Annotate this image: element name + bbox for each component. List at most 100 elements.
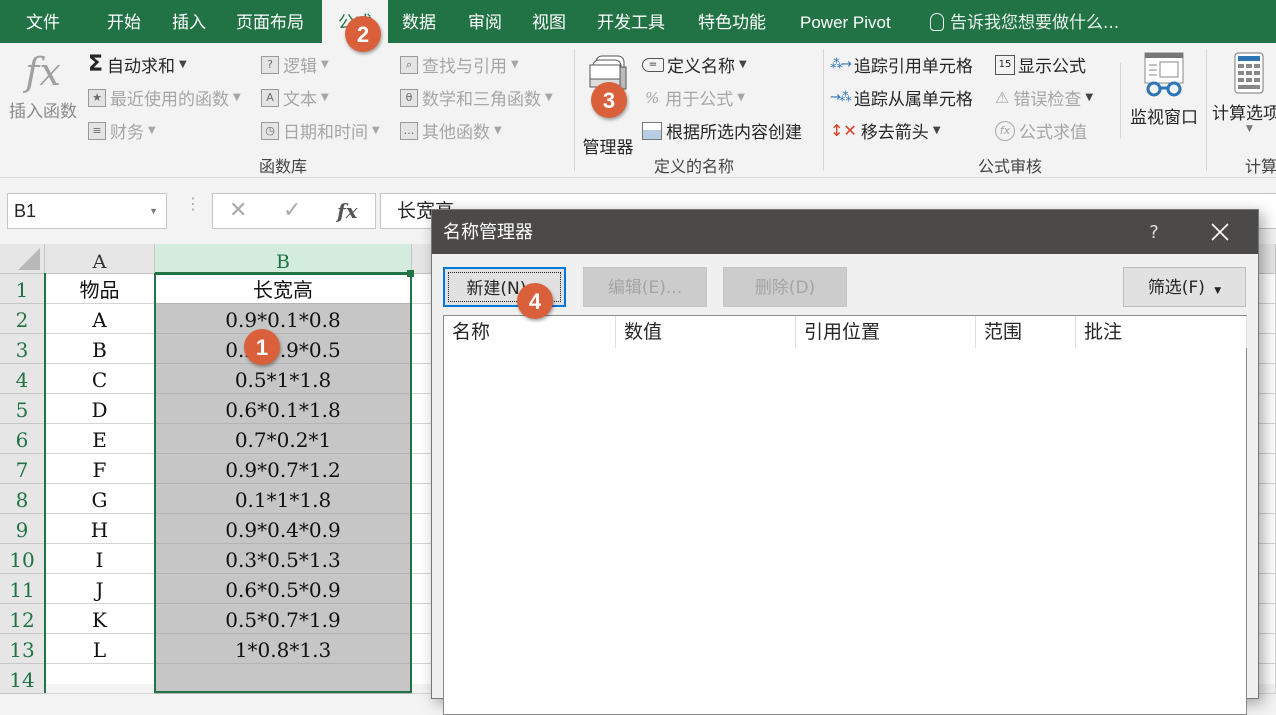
tab-page-layout[interactable]: 页面布局	[236, 0, 304, 43]
help-button[interactable]: ?	[1142, 210, 1166, 254]
row-header[interactable]: 12	[0, 604, 45, 634]
calculation-options-label: 计算选项	[1212, 104, 1276, 124]
cell-a[interactable]: I	[45, 544, 155, 574]
cell-a[interactable]	[45, 664, 155, 694]
cell-b[interactable]	[155, 664, 412, 694]
create-from-selection-button[interactable]: 根据所选内容创建	[642, 118, 802, 143]
column-header-b[interactable]: B	[155, 244, 412, 274]
error-checking-button[interactable]: ⚠ 错误检查 ▼	[995, 85, 1093, 110]
insert-function-icon[interactable]: fx	[337, 199, 358, 223]
more-functions-button[interactable]: … 其他函数 ▼	[400, 118, 502, 143]
row-header[interactable]: 10	[0, 544, 45, 574]
name-box[interactable]: B1 ▼	[7, 193, 167, 229]
evaluate-formula-button[interactable]: fx 公式求值	[995, 118, 1087, 143]
cell-b[interactable]: 0.2*0.9*0.5	[155, 334, 412, 364]
cell-a[interactable]: K	[45, 604, 155, 634]
cell-b[interactable]: 0.7*0.2*1	[155, 424, 412, 454]
logical-label: 逻辑	[283, 57, 317, 77]
cell-a[interactable]: E	[45, 424, 155, 454]
cancel-icon[interactable]: ✕	[229, 198, 247, 223]
tab-review[interactable]: 审阅	[468, 0, 502, 43]
cell-b[interactable]: 0.9*0.4*0.9	[155, 514, 412, 544]
cell-a[interactable]: B	[45, 334, 155, 364]
select-all-corner[interactable]	[0, 244, 45, 274]
cell-b[interactable]: 1*0.8*1.3	[155, 634, 412, 664]
cell-a[interactable]: A	[45, 304, 155, 334]
more-functions-label: 其他函数	[422, 123, 490, 143]
column-header-value[interactable]: 数值	[616, 316, 796, 348]
cell-a[interactable]: D	[45, 394, 155, 424]
cell-a[interactable]: H	[45, 514, 155, 544]
row-header[interactable]: 11	[0, 574, 45, 604]
cell-b[interactable]: 0.6*0.5*0.9	[155, 574, 412, 604]
names-list[interactable]: 名称 数值 引用位置 范围 批注	[443, 315, 1247, 715]
column-header-refers-to[interactable]: 引用位置	[796, 316, 976, 348]
row-header[interactable]: 8	[0, 484, 45, 514]
tab-developer[interactable]: 开发工具	[597, 0, 665, 43]
cell-b[interactable]: 0.5*1*1.8	[155, 364, 412, 394]
edit-name-button[interactable]: 编辑(E)...	[583, 267, 707, 307]
cell-a[interactable]: 物品	[45, 274, 155, 304]
row-header[interactable]: 14	[0, 664, 45, 694]
financial-button[interactable]: ≡ 财务 ▼	[88, 118, 156, 143]
show-formulas-button[interactable]: 15 显示公式	[995, 52, 1086, 77]
lookup-reference-button[interactable]: ⌕ 查找与引用 ▼	[400, 52, 519, 77]
group-separator	[823, 49, 824, 171]
tab-home[interactable]: 开始	[107, 0, 141, 43]
column-header-name[interactable]: 名称	[444, 316, 616, 348]
column-header-scope[interactable]: 范围	[976, 316, 1076, 348]
row-header[interactable]: 5	[0, 394, 45, 424]
tab-view[interactable]: 视图	[532, 0, 566, 43]
close-button[interactable]	[1208, 220, 1232, 244]
cell-b[interactable]: 0.9*0.1*0.8	[155, 304, 412, 334]
insert-function-button[interactable]: fx 插入函数	[6, 49, 80, 129]
tab-insert[interactable]: 插入	[172, 0, 206, 43]
row-header[interactable]: 4	[0, 364, 45, 394]
text-book-icon: A	[261, 88, 279, 107]
cell-a[interactable]: G	[45, 484, 155, 514]
datetime-button[interactable]: ◷ 日期和时间 ▼	[261, 118, 380, 143]
cell-a[interactable]: L	[45, 634, 155, 664]
define-name-button[interactable]: = 定义名称 ▼	[642, 52, 747, 77]
row-header[interactable]: 6	[0, 424, 45, 454]
autosum-button[interactable]: Σ 自动求和 ▼	[88, 52, 187, 77]
tell-me-search[interactable]: 告诉我您想要做什么...	[930, 0, 1119, 43]
tab-file[interactable]: 文件	[26, 0, 60, 43]
calculation-options-button[interactable]: 计算选项 ▼	[1212, 51, 1276, 147]
column-header-comment[interactable]: 批注	[1076, 316, 1247, 348]
row-header[interactable]: 7	[0, 454, 45, 484]
formula-bar-grip[interactable]: ⋮	[185, 196, 201, 212]
trace-dependents-button[interactable]: →⁂ 追踪从属单元格	[830, 85, 973, 110]
trace-precedents-button[interactable]: ⁂→ 追踪引用单元格	[830, 52, 973, 77]
tab-power-pivot[interactable]: Power Pivot	[800, 0, 891, 43]
row-header[interactable]: 3	[0, 334, 45, 364]
text-button[interactable]: A 文本 ▼	[261, 85, 329, 110]
cell-b[interactable]: 0.9*0.7*1.2	[155, 454, 412, 484]
cell-b[interactable]: 0.3*0.5*1.3	[155, 544, 412, 574]
row-header[interactable]: 13	[0, 634, 45, 664]
delete-name-button[interactable]: 删除(D)	[723, 267, 847, 307]
watch-window-button[interactable]: 监视窗口	[1126, 51, 1202, 141]
cell-b[interactable]: 0.6*0.1*1.8	[155, 394, 412, 424]
cell-b[interactable]: 0.5*0.7*1.9	[155, 604, 412, 634]
column-header-a[interactable]: A	[45, 244, 155, 274]
tab-special-features[interactable]: 特色功能	[698, 0, 766, 43]
remove-arrows-button[interactable]: ↕✕ 移去箭头 ▼	[830, 118, 941, 143]
row-header[interactable]: 2	[0, 304, 45, 334]
cell-a[interactable]: C	[45, 364, 155, 394]
cell-b[interactable]: 0.1*1*1.8	[155, 484, 412, 514]
chevron-down-icon[interactable]: ▼	[149, 194, 158, 228]
fill-handle[interactable]	[407, 270, 414, 277]
math-trig-button[interactable]: θ 数学和三角函数 ▼	[400, 85, 553, 110]
tab-data[interactable]: 数据	[402, 0, 436, 43]
cell-a[interactable]: F	[45, 454, 155, 484]
logical-button[interactable]: ? 逻辑 ▼	[261, 52, 329, 77]
use-in-formula-button[interactable]: % 用于公式 ▼	[645, 85, 745, 111]
recent-functions-button[interactable]: ★ 最近使用的函数 ▼	[88, 85, 241, 110]
enter-check-icon[interactable]: ✓	[283, 198, 301, 223]
row-header[interactable]: 1	[0, 274, 45, 304]
row-header[interactable]: 9	[0, 514, 45, 544]
cell-b[interactable]: 长宽高	[155, 274, 412, 304]
cell-a[interactable]: J	[45, 574, 155, 604]
filter-button[interactable]: 筛选(F) ▼	[1123, 267, 1246, 307]
